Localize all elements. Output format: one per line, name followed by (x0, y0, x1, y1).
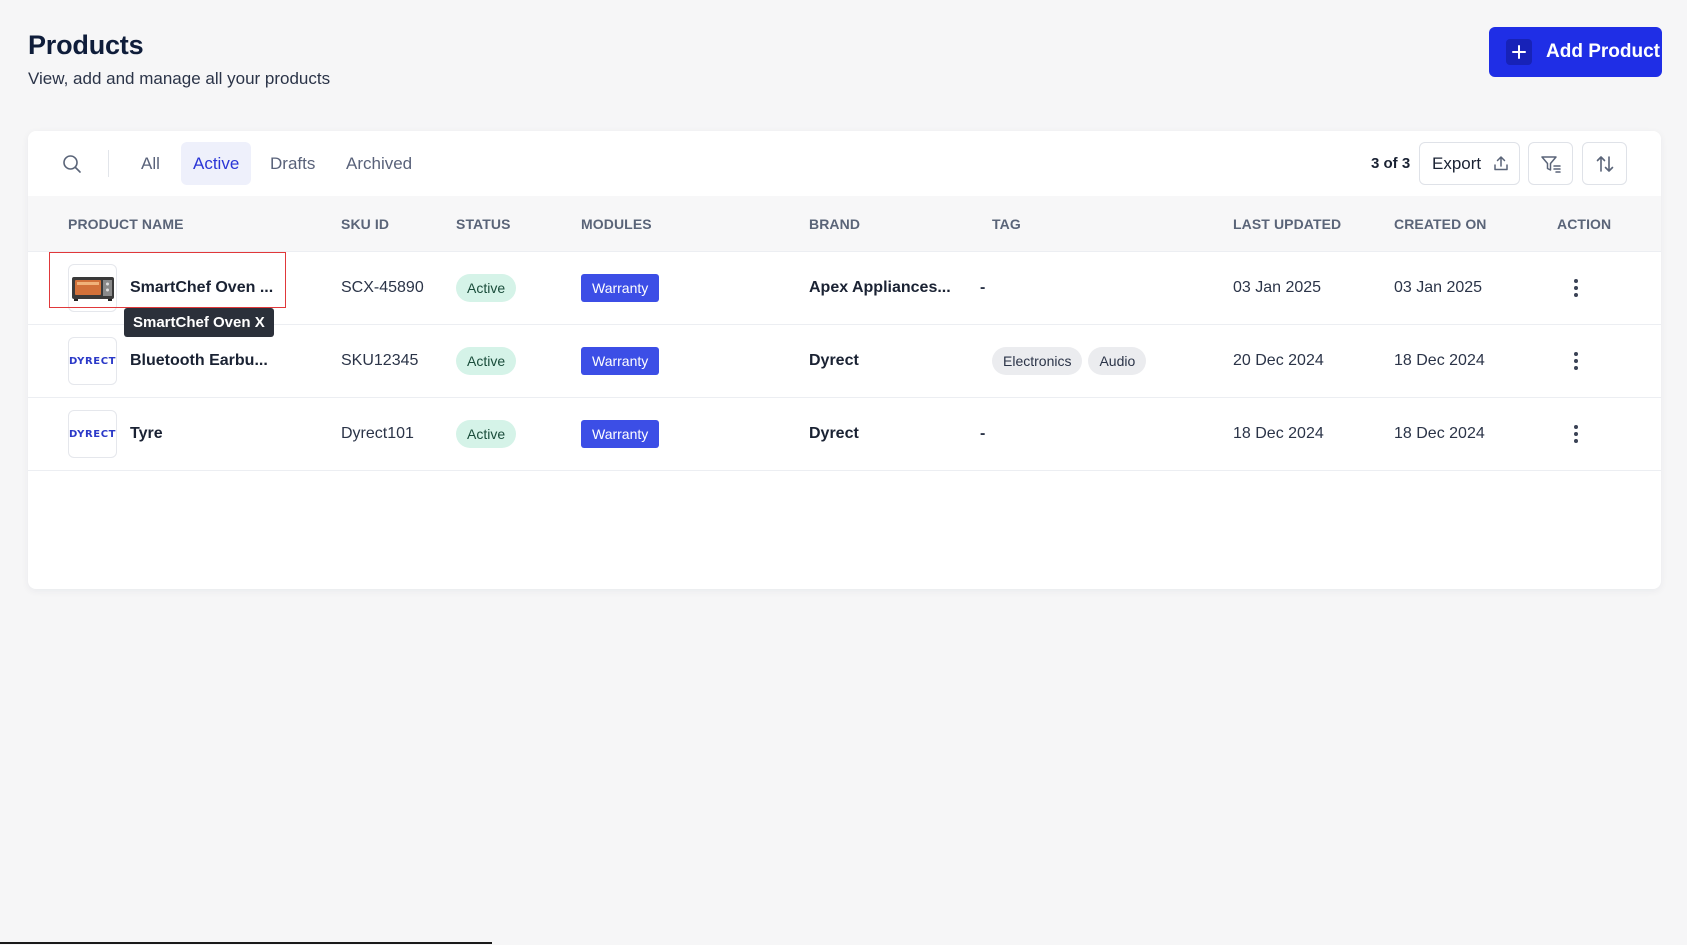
status-badge: Active (456, 347, 517, 375)
export-button[interactable]: Export (1419, 142, 1520, 185)
sku-id: SKU12345 (341, 352, 419, 369)
created-on: 03 Jan 2025 (1394, 279, 1483, 296)
col-created-on[interactable]: CREATED ON (1394, 196, 1487, 252)
status-badge: Active (456, 420, 517, 448)
kebab-icon (1574, 425, 1578, 443)
tag-empty: - (980, 425, 986, 442)
more-actions-button[interactable] (1573, 252, 1579, 324)
dyrect-logo: DYRECT (68, 355, 117, 367)
brand-name: Dyrect (809, 425, 859, 442)
toolbar-divider (108, 150, 109, 177)
more-actions-button[interactable] (1573, 398, 1579, 470)
table-toolbar: All Active Drafts Archived 3 of 3 Export (28, 131, 1661, 196)
filter-icon (1540, 155, 1561, 173)
col-modules[interactable]: MODULES (581, 196, 652, 252)
col-sku-id[interactable]: SKU ID (341, 196, 389, 252)
product-name[interactable]: Tyre (130, 398, 163, 470)
plus-icon (1506, 39, 1532, 65)
upload-icon (1494, 156, 1508, 171)
filter-button[interactable] (1528, 142, 1573, 185)
kebab-icon (1574, 279, 1578, 297)
col-last-updated[interactable]: LAST UPDATED (1233, 196, 1341, 252)
created-on: 18 Dec 2024 (1394, 425, 1485, 442)
kebab-icon (1574, 352, 1578, 370)
module-badge: Warranty (581, 420, 660, 448)
export-label: Export (1432, 153, 1482, 173)
tag-empty: - (980, 279, 986, 296)
search-icon[interactable] (62, 154, 82, 174)
sku-id: Dyrect101 (341, 425, 414, 442)
dyrect-logo: DYRECT (68, 428, 117, 440)
more-actions-button[interactable] (1573, 325, 1579, 397)
add-product-button[interactable]: Add Product (1489, 27, 1662, 77)
col-product-name[interactable]: PRODUCT NAME (68, 196, 184, 252)
product-name-tooltip: SmartChef Oven X (124, 308, 274, 337)
product-thumbnail[interactable]: DYRECT (68, 337, 117, 385)
status-badge: Active (456, 274, 517, 302)
tag-list: Electronics Audio (992, 325, 1152, 397)
bottom-divider (0, 942, 492, 944)
oven-image (71, 277, 114, 301)
brand-name: Dyrect (809, 352, 859, 369)
tab-drafts[interactable]: Drafts (258, 142, 327, 185)
result-count: 3 of 3 (1371, 155, 1411, 172)
product-thumbnail[interactable]: DYRECT (68, 410, 117, 458)
last-updated: 18 Dec 2024 (1233, 425, 1324, 442)
page-subtitle: View, add and manage all your products (28, 69, 331, 88)
tab-active[interactable]: Active (181, 142, 252, 185)
col-status[interactable]: STATUS (456, 196, 511, 252)
sku-id: SCX-45890 (341, 279, 424, 296)
product-thumbnail[interactable] (68, 264, 117, 312)
tag-pill: Electronics (992, 347, 1083, 375)
last-updated: 20 Dec 2024 (1233, 352, 1324, 369)
add-product-label: Add Product (1546, 41, 1660, 62)
sort-icon (1596, 155, 1613, 172)
tag-pill: Audio (1088, 347, 1147, 375)
page-title: Products (28, 30, 144, 60)
col-brand[interactable]: BRAND (809, 196, 860, 252)
module-badge: Warranty (581, 347, 660, 375)
table-header: PRODUCT NAME SKU ID STATUS MODULES BRAND… (28, 196, 1661, 252)
tab-archived[interactable]: Archived (334, 142, 424, 185)
last-updated: 03 Jan 2025 (1233, 279, 1322, 296)
brand-name: Apex Appliances... (809, 279, 951, 296)
col-action: ACTION (1557, 216, 1612, 232)
page-header: Products View, add and manage all your p… (28, 30, 330, 89)
tab-all[interactable]: All (129, 142, 172, 185)
products-card: All Active Drafts Archived 3 of 3 Export… (28, 131, 1661, 589)
table-row[interactable]: DYRECT Tyre Dyrect101 Active Warranty Dy… (28, 398, 1661, 471)
module-badge: Warranty (581, 274, 660, 302)
sort-button[interactable] (1582, 142, 1627, 185)
created-on: 18 Dec 2024 (1394, 352, 1485, 369)
col-tag[interactable]: TAG (992, 196, 1021, 252)
